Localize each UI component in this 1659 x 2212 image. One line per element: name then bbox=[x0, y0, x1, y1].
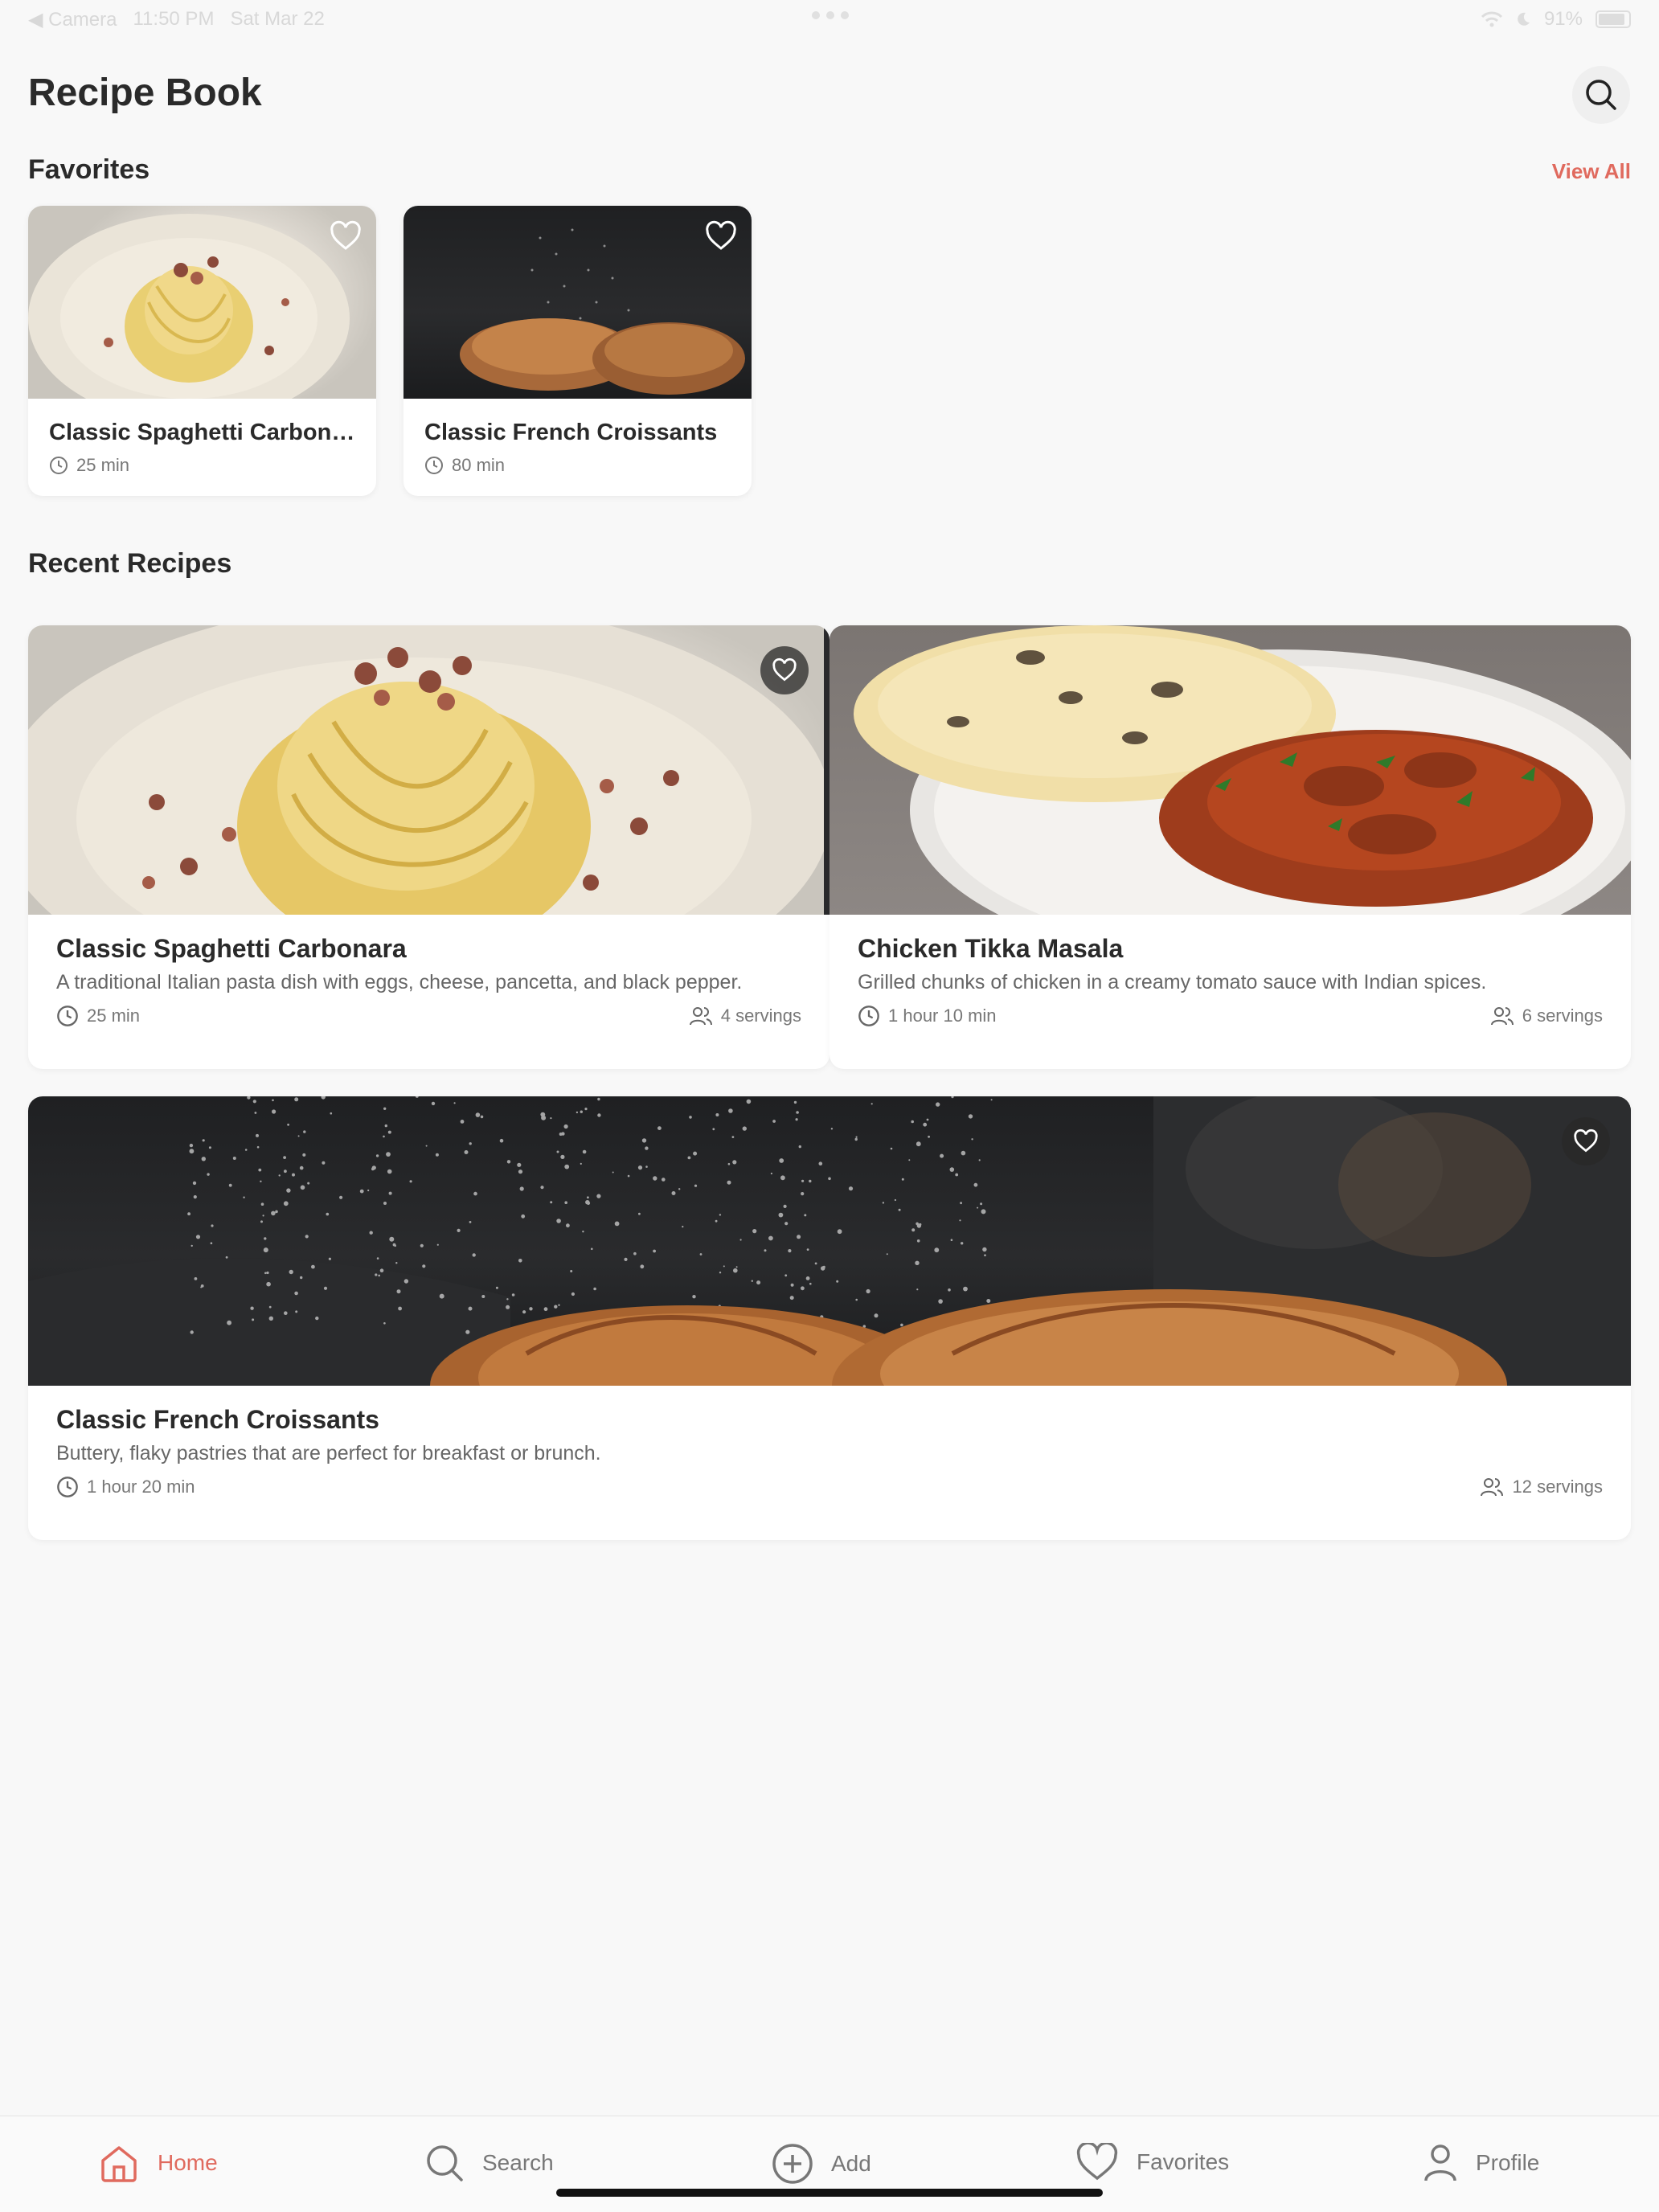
multitasking-dots[interactable] bbox=[812, 11, 849, 19]
users-icon bbox=[1481, 1478, 1504, 1497]
recent-card-tikka-masala[interactable]: Chicken Tikka Masala Grilled chunks of c… bbox=[830, 625, 1631, 1069]
favorite-card-croissants[interactable]: Classic French Croissants 80 min bbox=[403, 206, 752, 496]
clock-icon bbox=[858, 1006, 879, 1026]
plus-circle-icon bbox=[772, 2144, 813, 2184]
heart-icon bbox=[772, 657, 797, 682]
clock-icon bbox=[57, 1006, 78, 1026]
users-icon bbox=[689, 1007, 712, 1026]
favorite-card-time: 25 min bbox=[49, 455, 129, 476]
carbonara-image bbox=[28, 625, 830, 915]
favorite-card-time: 80 min bbox=[424, 455, 505, 476]
recent-section-title: Recent Recipes bbox=[28, 548, 232, 579]
favorite-toggle[interactable] bbox=[1562, 1117, 1610, 1165]
tab-add[interactable]: Add bbox=[772, 2143, 871, 2185]
users-icon bbox=[1490, 1007, 1514, 1026]
clock-icon bbox=[425, 457, 443, 474]
tab-search[interactable]: Search bbox=[424, 2143, 554, 2183]
wifi-icon bbox=[1481, 11, 1502, 27]
status-date: Sat Mar 22 bbox=[230, 8, 325, 30]
favorite-heart-icon[interactable] bbox=[703, 219, 739, 254]
home-indicator[interactable] bbox=[556, 2189, 1103, 2197]
recipe-servings: 6 servings bbox=[1490, 1005, 1603, 1027]
clock-icon bbox=[50, 457, 68, 474]
recipe-time: 1 hour 20 min bbox=[56, 1476, 195, 1498]
heart-icon bbox=[1076, 2143, 1118, 2181]
recipe-time: 25 min bbox=[56, 1005, 140, 1027]
recipe-description: Grilled chunks of chicken in a creamy to… bbox=[858, 971, 1487, 993]
favorite-heart-icon[interactable] bbox=[328, 219, 363, 254]
search-icon bbox=[427, 2145, 463, 2181]
favorite-card-carbonara[interactable]: Classic Spaghetti Carbonara 25 min bbox=[28, 206, 376, 496]
back-to-camera[interactable]: ◀ Camera bbox=[28, 8, 117, 31]
tikka-masala-image bbox=[830, 625, 1631, 915]
croissants-image bbox=[403, 206, 752, 399]
clock-icon bbox=[57, 1477, 78, 1497]
recipe-title: Classic French Croissants bbox=[56, 1405, 379, 1434]
recipe-description: Buttery, flaky pastries that are perfect… bbox=[56, 1442, 601, 1464]
croissants-image bbox=[28, 1096, 1631, 1386]
recipe-title: Chicken Tikka Masala bbox=[858, 934, 1124, 963]
user-icon bbox=[1424, 2144, 1456, 2181]
recent-card-croissants[interactable]: Classic French Croissants Buttery, flaky… bbox=[28, 1096, 1631, 1540]
favorites-section-title: Favorites bbox=[28, 154, 150, 185]
tab-favorites[interactable]: Favorites bbox=[1075, 2143, 1229, 2181]
status-time: 11:50 PM bbox=[133, 8, 215, 30]
home-icon bbox=[101, 2146, 137, 2182]
view-all-link[interactable]: View All bbox=[1552, 159, 1631, 184]
recipe-time: 1 hour 10 min bbox=[858, 1005, 997, 1027]
moon-icon bbox=[1518, 12, 1530, 26]
tab-home[interactable]: Home bbox=[98, 2143, 218, 2183]
carbonara-image bbox=[28, 206, 376, 399]
search-button[interactable] bbox=[1572, 66, 1630, 124]
status-bar: ◀ Camera 11:50 PM Sat Mar 22 91% bbox=[0, 0, 1659, 39]
page-title: Recipe Book bbox=[28, 72, 262, 114]
tab-profile[interactable]: Profile bbox=[1423, 2143, 1539, 2183]
recent-card-carbonara[interactable]: Classic Spaghetti Carbonara A traditiona… bbox=[28, 625, 830, 1069]
favorite-toggle[interactable] bbox=[760, 646, 809, 694]
recipe-servings: 4 servings bbox=[689, 1005, 801, 1027]
battery-percent: 91% bbox=[1543, 8, 1583, 30]
recipe-title: Classic Spaghetti Carbonara bbox=[56, 934, 407, 963]
battery-icon bbox=[1596, 10, 1631, 28]
heart-icon bbox=[1574, 1129, 1598, 1153]
recipe-servings: 12 servings bbox=[1480, 1476, 1603, 1498]
favorite-card-title: Classic Spaghetti Carbonara bbox=[49, 420, 355, 445]
recipe-description: A traditional Italian pasta dish with eg… bbox=[56, 971, 743, 993]
search-icon bbox=[1586, 80, 1616, 110]
favorite-card-title: Classic French Croissants bbox=[424, 420, 718, 445]
